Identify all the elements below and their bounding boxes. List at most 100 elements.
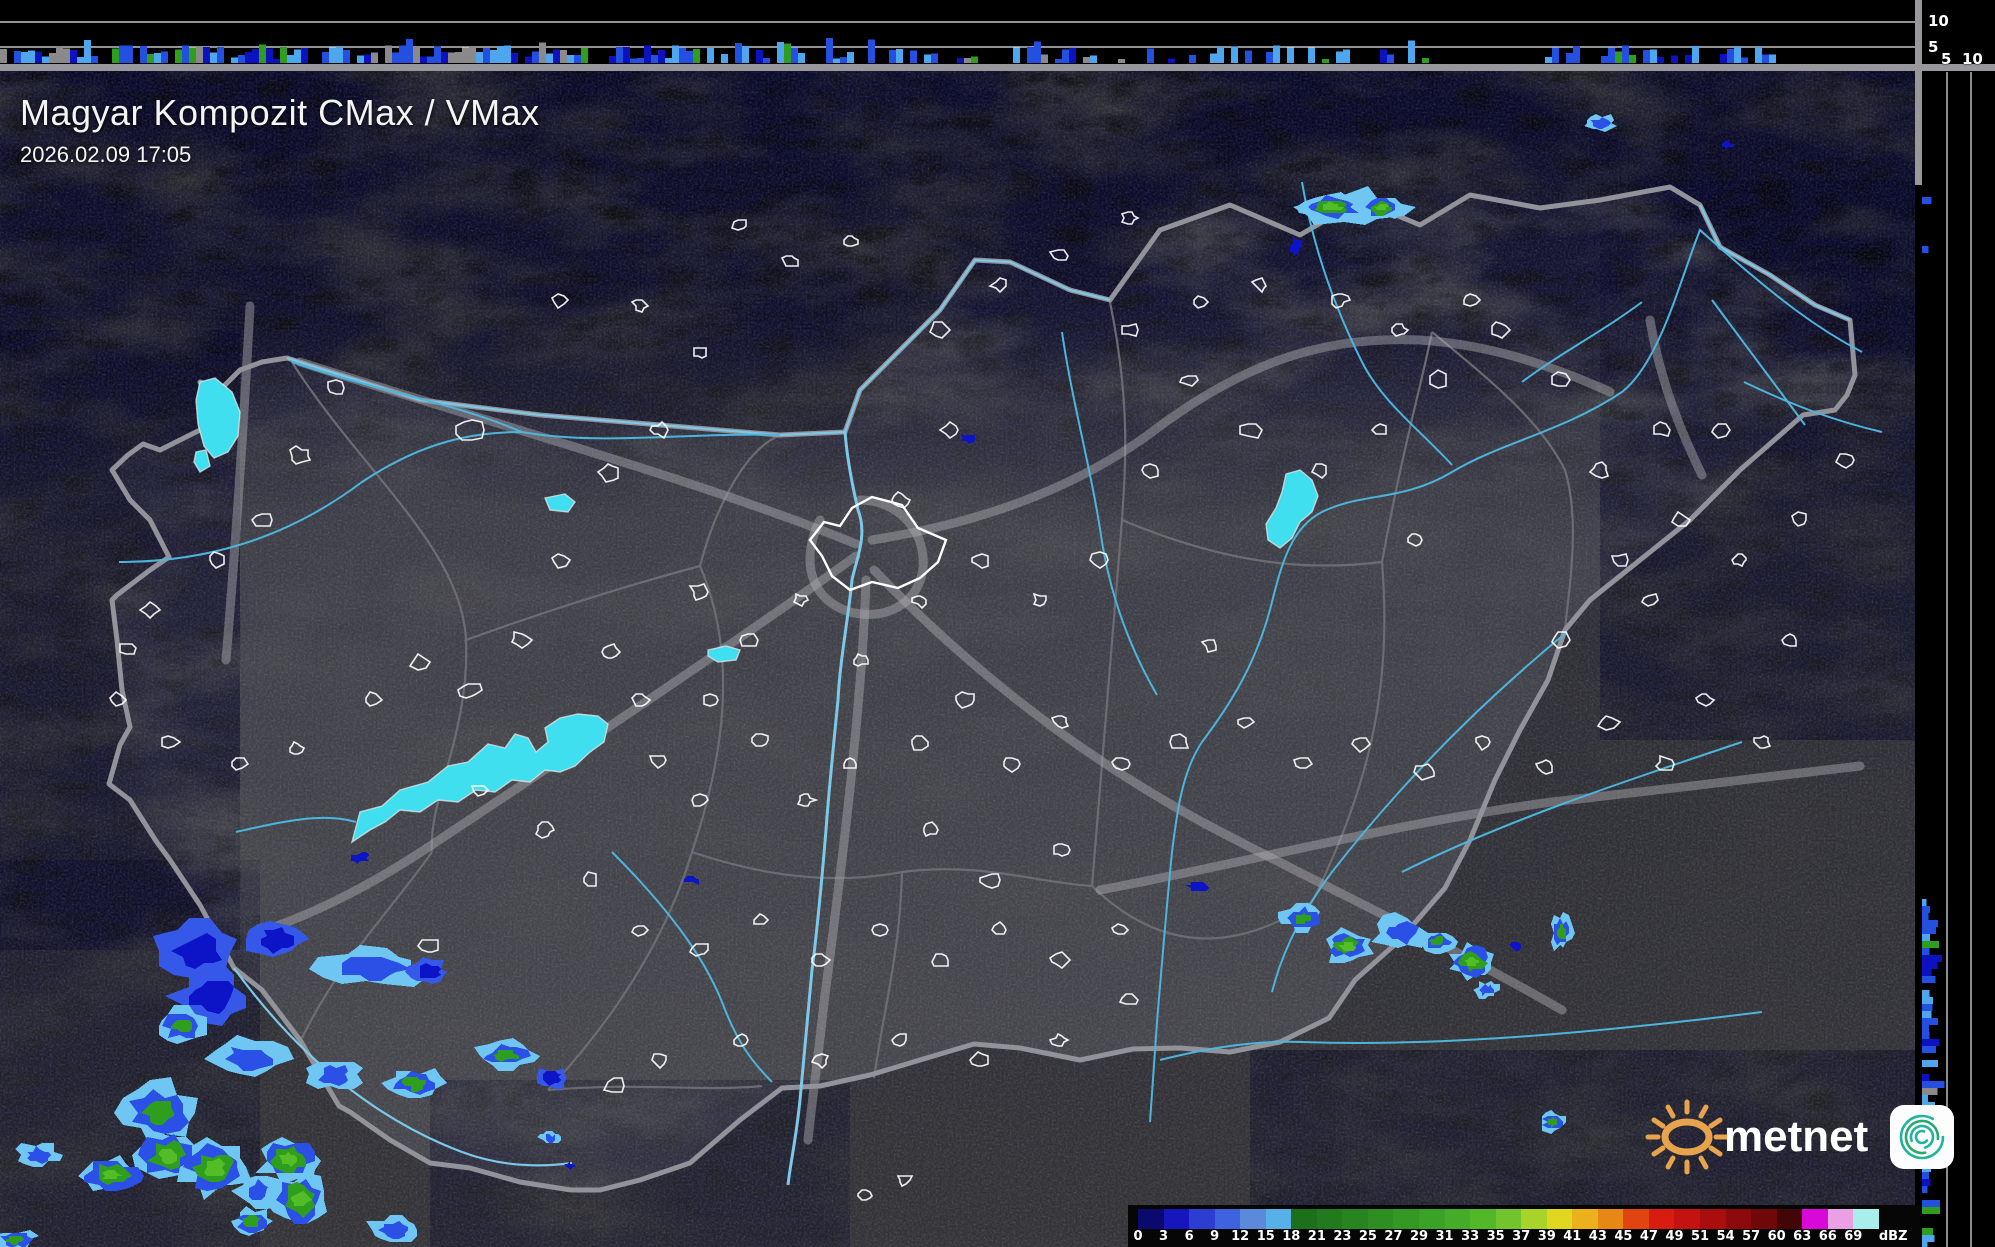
- top-profile-pixel: [91, 55, 98, 63]
- colorbar-swatch: [1751, 1209, 1777, 1229]
- top-profile-pixel: [203, 47, 210, 63]
- colorbar-tick-label: 25: [1358, 1229, 1377, 1244]
- colorbar-swatch: [1827, 1209, 1854, 1229]
- top-profile-pixel: [1034, 41, 1041, 63]
- top-profile-pixel: [553, 49, 560, 63]
- colorbar-swatch: [1291, 1209, 1317, 1229]
- top-profile-pixel: [1308, 47, 1315, 63]
- right-profile-pixel: [1922, 920, 1938, 927]
- right-profile-pixel: [1922, 1011, 1932, 1018]
- colorbar-swatch: [1240, 1209, 1266, 1229]
- top-profile-pixel: [1720, 53, 1727, 63]
- top-profile-pixel: [476, 52, 483, 63]
- top-profile-pixel: [1552, 47, 1559, 63]
- right-profile-pixel: [1922, 941, 1939, 948]
- top-profile-pixel: [971, 56, 978, 63]
- top-profile-pixel: [574, 54, 581, 63]
- right-profile-pixel: [1922, 197, 1932, 204]
- top-profile-pixel: [84, 39, 91, 63]
- right-profile-pixel: [1922, 906, 1931, 913]
- top-profile-pixel: [511, 53, 518, 63]
- top-profile-pixel: [1210, 53, 1217, 63]
- right-profile-pixel: [1922, 1200, 1940, 1207]
- right-profile-pixel: [1922, 976, 1936, 983]
- right-profile-pixel: [1922, 899, 1927, 906]
- right-profile-pixel: [1922, 1186, 1928, 1193]
- colorbar-swatch: [1546, 1209, 1573, 1229]
- top-profile-pixel: [1573, 46, 1580, 63]
- top-profile-pixel: [406, 39, 413, 63]
- top-profile-pixel: [210, 52, 217, 63]
- top-profile-panel: [0, 0, 1920, 64]
- top-profile-pixel: [322, 51, 329, 63]
- right-profile-pixel: [1922, 246, 1929, 253]
- colorbar-swatch: [1138, 1209, 1164, 1229]
- top-profile-pixel: [763, 58, 770, 63]
- colorbar-tick-label: 60: [1767, 1229, 1786, 1244]
- top-profile-pixel: [1013, 47, 1020, 63]
- colorbar-swatch: [1265, 1209, 1292, 1229]
- colorbar-tick-label: 35: [1486, 1229, 1505, 1244]
- top-profile-pixel: [1090, 55, 1097, 63]
- metnet-app-icon: [1890, 1105, 1955, 1169]
- top-profile-pixel: [826, 38, 833, 63]
- colorbar-tick-label: 33: [1461, 1229, 1480, 1244]
- colorbar-swatch: [1623, 1209, 1649, 1229]
- top-profile-pixel: [441, 51, 448, 63]
- top-profile-pixel: [1168, 58, 1175, 63]
- top-profile-pixel: [623, 46, 630, 63]
- colorbar-swatch: [1470, 1209, 1496, 1229]
- top-profile-pixel: [1671, 55, 1678, 63]
- colorbar-swatch: [1802, 1209, 1828, 1229]
- top-profile-pixel: [1629, 54, 1636, 63]
- colorbar-tick-label: 43: [1588, 1229, 1607, 1244]
- top-profile-pixel: [238, 54, 245, 63]
- top-profile-pixel: [448, 52, 455, 63]
- top-profile-pixel: [63, 48, 70, 63]
- top-profile-pixel: [847, 52, 854, 63]
- vertical-divider: [1915, 0, 1922, 185]
- colorbar-swatch: [1214, 1209, 1241, 1229]
- top-profile-pixel: [1692, 46, 1699, 63]
- top-profile-pixel: [1055, 58, 1062, 63]
- top-profile-pixel: [1336, 51, 1343, 63]
- top-profile-pixel: [21, 51, 28, 63]
- top-profile-pixel: [686, 50, 693, 63]
- top-profile-pixel: [1408, 40, 1415, 63]
- top-profile-pixel: [896, 49, 903, 63]
- top-profile-pixel: [693, 49, 700, 63]
- top-profile-pixel: [392, 52, 399, 63]
- top-profile-pixel: [112, 48, 119, 63]
- top-profile-pixel: [126, 45, 133, 63]
- top-profile-pixel: [889, 49, 896, 63]
- title-block: Magyar Kompozit CMax / VMax 2026.02.09 1…: [20, 92, 540, 168]
- right-profile-pixel: [1922, 927, 1937, 934]
- logo-text: metnet: [1724, 1112, 1869, 1161]
- colorbar-swatch: [1393, 1209, 1420, 1229]
- top-profile-pixel: [539, 42, 546, 63]
- colorbar-swatch: [1367, 1209, 1394, 1229]
- top-profile-pixel: [665, 58, 672, 63]
- top-profile-pixel: [742, 45, 749, 63]
- right-profile-pixel: [1922, 1074, 1930, 1081]
- top-profile-pixel: [1217, 46, 1224, 63]
- right-profile-pixel: [1922, 955, 1943, 962]
- top-profile-pixel: [49, 53, 56, 63]
- top-profile-pixel: [1657, 57, 1664, 63]
- colorbar-tick-label: 57: [1742, 1229, 1761, 1244]
- colorbar-swatch: [1316, 1209, 1343, 1229]
- top-profile-pixel: [35, 51, 42, 63]
- top-profile-pixel: [532, 51, 539, 63]
- top-profile-pixel: [567, 55, 574, 63]
- top-profile-pixel: [868, 39, 875, 63]
- top-profile-pixel: [385, 45, 392, 63]
- right-profile-pixel: [1922, 1179, 1931, 1186]
- top-profile-pixel: [1755, 46, 1762, 63]
- right-profile-pixel: [1922, 1032, 1930, 1039]
- top-profile-pixel: [910, 50, 917, 63]
- top-profile-pixel: [525, 56, 532, 63]
- colorbar-tick-label: 15: [1256, 1229, 1275, 1244]
- colorbar-tick-label: 21: [1307, 1229, 1326, 1244]
- top-profile-pixel: [504, 45, 511, 63]
- top-profile-pixel: [777, 42, 784, 63]
